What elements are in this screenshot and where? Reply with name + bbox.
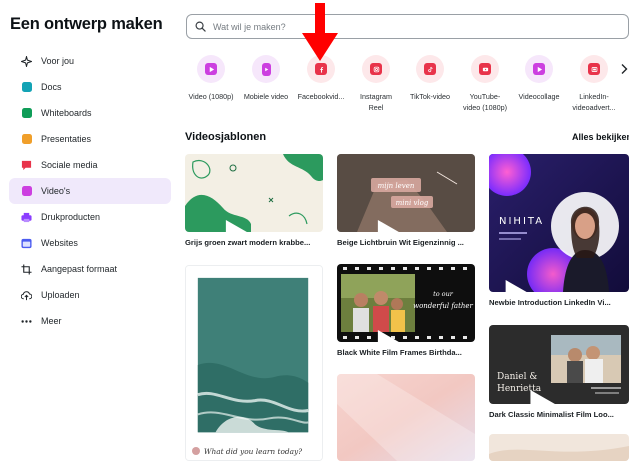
sidebar-item-websites[interactable]: Websites	[9, 230, 171, 256]
template-caption: Newbie Introduction LinkedIn Vi...	[489, 298, 611, 307]
sidebar-item-meer[interactable]: Meer	[9, 308, 171, 334]
thumbnail-text: to our	[433, 290, 454, 298]
category-label: LinkedIn-videoadvert...	[562, 91, 626, 113]
sidebar-item-label: Uploaden	[41, 290, 80, 300]
template-thumbnail-6[interactable]	[337, 374, 475, 461]
linkedin-video-icon	[588, 63, 600, 75]
sidebar-item-label: Meer	[41, 316, 62, 326]
template-caption: Black White Film Frames Birthda...	[337, 348, 462, 357]
template-thumbnail-3[interactable]: NIHITA	[489, 154, 629, 292]
instagram-icon	[370, 63, 382, 75]
red-arrow-annotation	[302, 3, 338, 61]
thumbnail-text: What did you learn today?	[204, 447, 302, 456]
sidebar-item-label: Video's	[41, 186, 71, 196]
play-icon	[377, 330, 399, 342]
play-icon	[505, 280, 527, 292]
category-label-line2: Reel	[368, 103, 384, 112]
play-icon	[225, 220, 247, 232]
template-caption: Grijs groen zwart modern krabbe...	[185, 238, 311, 247]
phone-video-icon	[261, 62, 271, 76]
sidebar-item-label: Drukproducten	[41, 212, 101, 222]
sidebar-item-voor-jou[interactable]: Voor jou	[9, 48, 171, 74]
play-icon	[377, 220, 399, 232]
category-label-line2: video (1080p)	[463, 103, 507, 112]
thumbnail-text: mijn leven	[378, 182, 415, 190]
category-circle	[580, 55, 608, 83]
template-thumbnail-4[interactable]: What did you learn today?	[185, 265, 323, 461]
category-circle	[471, 55, 499, 83]
page-title: Een ontwerp maken	[10, 15, 163, 33]
category-linkedin-video[interactable]: LinkedIn-videoadvert...	[562, 55, 626, 113]
sidebar: Een ontwerp maken Voor jou Docs Whiteboa…	[0, 0, 176, 461]
thumbnail-text: Daniel &	[497, 372, 537, 382]
sidebar-item-label: Presentaties	[41, 134, 92, 144]
template-thumbnail-7[interactable]: Daniel & Henrietta	[489, 325, 629, 404]
category-circle	[252, 55, 280, 83]
play-icon	[205, 63, 217, 75]
template-thumbnail-1[interactable]	[185, 154, 323, 232]
template-thumbnail-8[interactable]	[489, 434, 629, 461]
whiteboard-icon	[21, 108, 32, 119]
template-thumbnail-5[interactable]: to our wonderful father	[337, 264, 475, 342]
sidebar-item-sociale-media[interactable]: Sociale media	[9, 152, 171, 178]
category-label-line1: YouTube-	[469, 92, 501, 101]
sidebar-item-label: Aangepast formaat	[41, 264, 118, 274]
thumbnail-text: mini vlog	[396, 199, 429, 207]
more-icon	[21, 316, 32, 327]
custom-size-icon	[21, 263, 32, 275]
thumbnail-text: wonderful father	[413, 302, 473, 310]
search-icon	[195, 21, 206, 32]
see-all-link[interactable]: Alles bekijken	[572, 132, 629, 142]
category-circle	[416, 55, 444, 83]
sidebar-item-label: Voor jou	[41, 56, 75, 66]
section-title: Videosjablonen	[185, 131, 267, 143]
template-thumbnail-2[interactable]: mijn leven mini vlog	[337, 154, 475, 232]
chevron-right-icon[interactable]	[619, 63, 629, 75]
category-label-line2: videoadvert...	[572, 103, 616, 112]
website-icon	[21, 238, 32, 249]
sidebar-item-drukproducten[interactable]: Drukproducten	[9, 204, 171, 230]
sidebar-item-aangepast-formaat[interactable]: Aangepast formaat	[9, 256, 171, 282]
sidebar-item-whiteboards[interactable]: Whiteboards	[9, 100, 171, 126]
sidebar-item-label: Websites	[41, 238, 78, 248]
search-input[interactable]	[213, 21, 613, 32]
sidebar-nav: Voor jou Docs Whiteboards Presentaties S…	[9, 48, 171, 334]
social-media-icon	[21, 160, 32, 171]
print-icon	[21, 212, 32, 223]
youtube-icon	[479, 63, 491, 75]
thumbnail-text: NIHITA	[499, 216, 544, 227]
sidebar-item-presentaties[interactable]: Presentaties	[9, 126, 171, 152]
tiktok-icon	[424, 63, 436, 75]
sidebar-item-label: Docs	[41, 82, 62, 92]
category-circle	[525, 55, 553, 83]
category-label-line1: Instagram	[360, 92, 392, 101]
play-icon	[530, 390, 555, 404]
category-label-line1: LinkedIn-	[579, 92, 609, 101]
search-bar[interactable]	[186, 14, 629, 39]
sidebar-item-label: Sociale media	[41, 160, 98, 170]
upload-icon	[21, 290, 32, 301]
sidebar-item-videos[interactable]: Video's	[9, 178, 171, 204]
template-caption: Beige Lichtbruin Wit Eigenzinnig ...	[337, 238, 464, 247]
video-icon	[21, 186, 32, 197]
sidebar-item-docs[interactable]: Docs	[9, 74, 171, 100]
sparkle-icon	[21, 55, 32, 67]
docs-icon	[21, 82, 32, 93]
play-icon	[533, 63, 545, 75]
presentation-icon	[21, 134, 32, 145]
template-caption: Dark Classic Minimalist Film Loo...	[489, 410, 614, 419]
sidebar-item-label: Whiteboards	[41, 108, 92, 118]
facebook-icon	[315, 63, 327, 75]
category-circle	[197, 55, 225, 83]
category-circle	[362, 55, 390, 83]
avatar	[192, 447, 200, 455]
sidebar-item-uploaden[interactable]: Uploaden	[9, 282, 171, 308]
